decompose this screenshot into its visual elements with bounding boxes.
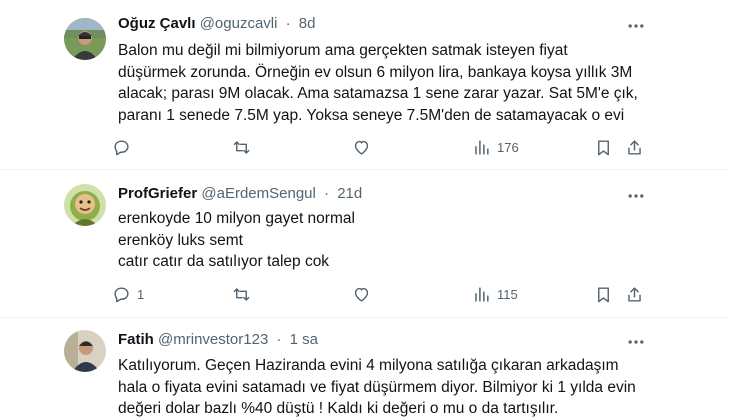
bookmark-icon xyxy=(598,139,609,155)
reply-icon xyxy=(114,139,129,155)
author-handle[interactable]: @mrinvestor123 xyxy=(158,331,268,348)
separator: · xyxy=(285,15,291,32)
views-icon xyxy=(475,286,489,302)
retweet-icon xyxy=(233,140,250,154)
tweet-text-line: Balon mu değil mi bilmiyorum ama gerçekt… xyxy=(118,42,568,59)
tweet-text-line: erenköy luks semt xyxy=(118,231,243,249)
tweet-text-line: değeri dolar bazlı %40 düştü ! Kaldı ki … xyxy=(118,400,559,417)
more-options-button[interactable] xyxy=(626,332,646,352)
tweet-text: Balon mu değil mi bilmiyorum ama gerçekt… xyxy=(118,40,658,126)
timestamp[interactable]: 21d xyxy=(337,185,362,202)
tweet-actions: 1 115 xyxy=(0,283,730,305)
share-button[interactable] xyxy=(625,136,644,158)
separator: · xyxy=(276,331,282,348)
more-options-icon xyxy=(628,24,644,28)
avatar[interactable] xyxy=(64,18,106,60)
views-icon xyxy=(475,139,489,155)
retweet-button[interactable] xyxy=(232,283,251,305)
reply-icon xyxy=(114,286,129,302)
reply-button[interactable] xyxy=(112,136,137,158)
heart-icon xyxy=(354,287,369,302)
tweet-text-line: düşürmek zorunda. Örneğin ev olsun 6 mil… xyxy=(118,63,633,81)
share-button[interactable] xyxy=(625,283,644,305)
more-options-button[interactable] xyxy=(626,16,646,36)
timestamp[interactable]: 8d xyxy=(299,15,316,32)
tweet-text-line: alacak; parası 9M olacak. Ama satamazsa … xyxy=(118,85,638,102)
author-name[interactable]: Oğuz Çavlı xyxy=(118,15,196,32)
like-button[interactable] xyxy=(352,283,371,305)
tweet-header: Oğuz Çavlı @oguzcavli · 8d xyxy=(118,14,315,34)
heart-icon xyxy=(354,140,369,155)
tweet-text-line: erenkoyde 10 milyon gayet normal xyxy=(118,210,355,227)
tweet-text-line: catır catır da satılıyor talep cok xyxy=(118,253,330,270)
timestamp[interactable]: 1 sa xyxy=(290,331,318,348)
retweet-icon xyxy=(233,287,250,301)
avatar[interactable] xyxy=(64,330,106,372)
more-options-icon xyxy=(628,194,644,198)
bookmark-icon xyxy=(598,286,609,302)
tweet-text-line: Katılıyorum. Geçen Haziranda evini 4 mil… xyxy=(118,357,619,374)
tweet[interactable]: Fatih @mrinvestor123 · 1 sa Katılıyorum.… xyxy=(0,318,730,420)
tweet-header: Fatih @mrinvestor123 · 1 sa xyxy=(118,330,318,350)
author-name[interactable]: Fatih xyxy=(118,331,154,348)
tweet-text: Katılıyorum. Geçen Haziranda evini 4 mil… xyxy=(118,355,658,420)
avatar[interactable] xyxy=(64,184,106,226)
views-button[interactable]: 176 xyxy=(472,136,519,158)
tweet[interactable]: ProfGriefer @aErdemSengul · 21d erenkoyd… xyxy=(0,170,730,318)
bookmark-button[interactable] xyxy=(594,283,613,305)
retweet-button[interactable] xyxy=(232,136,251,158)
more-options-button[interactable] xyxy=(626,186,646,206)
tweet-text-line: hala o fiyata evini satamadı ve fiyat dü… xyxy=(118,378,636,396)
bookmark-button[interactable] xyxy=(594,136,613,158)
tweet[interactable]: Oğuz Çavlı @oguzcavli · 8d Balon mu deği… xyxy=(0,0,730,170)
like-button[interactable] xyxy=(352,136,371,158)
reply-button[interactable]: 1 xyxy=(112,283,144,305)
tweet-text-line: paranı 1 senede 7.5M yap. Yoksa seneye 7… xyxy=(118,106,625,124)
views-button[interactable]: 115 xyxy=(472,283,518,305)
tweet-actions: 176 xyxy=(0,136,730,158)
separator: · xyxy=(324,185,330,202)
reply-count: 1 xyxy=(137,286,145,302)
views-count: 176 xyxy=(497,139,519,155)
views-count: 115 xyxy=(497,286,518,302)
share-icon xyxy=(628,139,641,155)
share-icon xyxy=(628,286,641,302)
tweet-text: erenkoyde 10 milyon gayet normal erenköy… xyxy=(118,208,658,273)
author-handle[interactable]: @aErdemSengul xyxy=(201,185,315,202)
author-name[interactable]: ProfGriefer xyxy=(118,185,197,202)
author-handle[interactable]: @oguzcavli xyxy=(200,15,278,32)
tweet-header: ProfGriefer @aErdemSengul · 21d xyxy=(118,184,362,204)
more-options-icon xyxy=(628,340,644,344)
